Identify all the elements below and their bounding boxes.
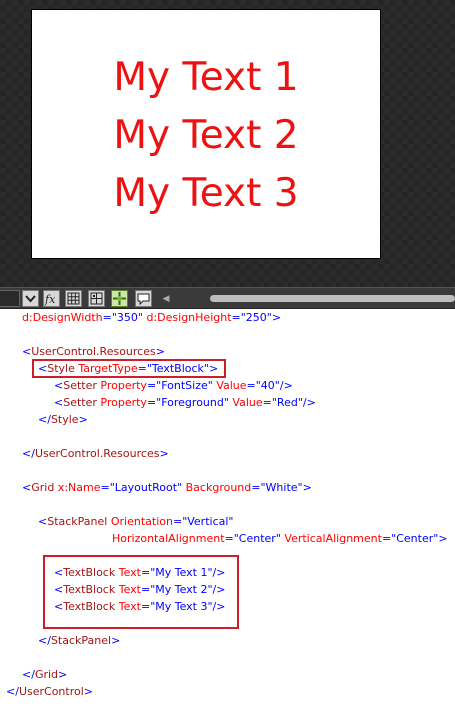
attr-value: "Center" [233, 532, 281, 545]
svg-text:fx: fx [44, 293, 56, 306]
attr-value: "Center" [391, 532, 439, 545]
attr-value: "My Text 1" [150, 566, 213, 579]
attr-value: "White" [260, 481, 303, 494]
attr-name: Value [216, 379, 247, 392]
element-name: TextBlock [63, 566, 116, 579]
code-line-resources-close: </UserControl.Resources> [22, 447, 169, 460]
preview-text-2[interactable]: My Text 2 [32, 114, 380, 158]
fx-icon[interactable]: fx [43, 290, 60, 307]
code-line-textblock: <TextBlock Text="My Text 3"/> [54, 600, 226, 613]
attr-name: Property [100, 379, 147, 392]
attr-name: Orientation [110, 515, 173, 528]
attr-value: "My Text 3" [150, 600, 213, 613]
attr-name: Background [185, 481, 252, 494]
attr-value: "Red" [271, 396, 303, 409]
designer-toolbar: fx ◀ [0, 287, 455, 309]
element-name: StackPanel [50, 634, 112, 647]
code-line-stackpanel-cont: HorizontalAlignment="Center" VerticalAli… [112, 532, 448, 545]
zoom-box[interactable] [0, 290, 20, 307]
code-line-resources-open: <UserControl.Resources> [22, 345, 165, 358]
artboard-preview[interactable]: My Text 1 My Text 2 My Text 3 [31, 9, 381, 259]
attr-value: "LayoutRoot" [109, 481, 183, 494]
attr-name: Property [100, 396, 147, 409]
attr-name: d:DesignWidth [22, 311, 103, 324]
dropdown-icon[interactable] [22, 290, 39, 307]
attr-value: "My Text 2" [150, 583, 213, 596]
element-name: Grid [34, 668, 59, 681]
attr-value: "Vertical" [182, 515, 234, 528]
horizontal-scrollbar[interactable] [210, 295, 455, 302]
element-name: StackPanel [47, 515, 108, 528]
scroll-left-icon[interactable]: ◀ [160, 293, 172, 305]
snap-icon[interactable] [111, 290, 128, 307]
attr-value: "350" [111, 311, 143, 324]
attr-value: "40" [255, 379, 280, 392]
attr-name: d:DesignHeight [146, 311, 232, 324]
code-line-textblock: <TextBlock Text="My Text 1"/> [54, 566, 226, 579]
preview-text-3[interactable]: My Text 3 [32, 172, 380, 216]
element-name: TextBlock [63, 583, 116, 596]
preview-text-1[interactable]: My Text 1 [32, 56, 380, 100]
element-name: Style [50, 413, 79, 426]
code-line-stackpanel-close: </StackPanel> [38, 634, 121, 647]
attr-name: Value [232, 396, 263, 409]
element-name: TextBlock [63, 600, 116, 613]
attr-value: "FontSize" [156, 379, 213, 392]
code-line-style-close: </Style> [38, 413, 88, 426]
highlight-box-style [32, 359, 226, 378]
attr-name: VerticalAlignment [284, 532, 382, 545]
code-line-textblock: <TextBlock Text="My Text 2"/> [54, 583, 226, 596]
code-line-grid-open: <Grid x:Name="LayoutRoot" Background="Wh… [22, 481, 312, 494]
element-name: UserControl.Resources [34, 447, 160, 460]
code-line-setter: <Setter Property="FontSize" Value="40"/> [54, 379, 293, 392]
design-surface: My Text 1 My Text 2 My Text 3 [0, 0, 455, 287]
element-name: Setter [63, 379, 97, 392]
code-line-designsize: d:DesignWidth="350" d:DesignHeight="250"… [22, 311, 282, 324]
code-line-grid-close: </Grid> [22, 668, 68, 681]
attr-value: "Foreground" [156, 396, 229, 409]
attr-name: Text [118, 583, 141, 596]
grid-alt-icon[interactable] [88, 290, 105, 307]
element-name: UserControl.Resources [31, 345, 156, 358]
code-line-stackpanel-open: <StackPanel Orientation="Vertical" [38, 515, 234, 528]
grid-icon[interactable] [65, 290, 82, 307]
attr-name: Text [118, 600, 141, 613]
element-name: Setter [63, 396, 97, 409]
attr-name: Text [118, 566, 141, 579]
annotation-icon[interactable] [135, 290, 152, 307]
code-line-setter: <Setter Property="Foreground" Value="Red… [54, 396, 316, 409]
element-name: UserControl [18, 685, 84, 698]
attr-value: "250" [240, 311, 272, 324]
attr-name: x:Name [57, 481, 101, 494]
xaml-code-editor[interactable]: d:DesignWidth="350" d:DesignHeight="250"… [0, 309, 455, 709]
element-name: Grid [31, 481, 55, 494]
attr-name: HorizontalAlignment [112, 532, 225, 545]
code-line-usercontrol-close: </UserControl> [6, 685, 93, 698]
